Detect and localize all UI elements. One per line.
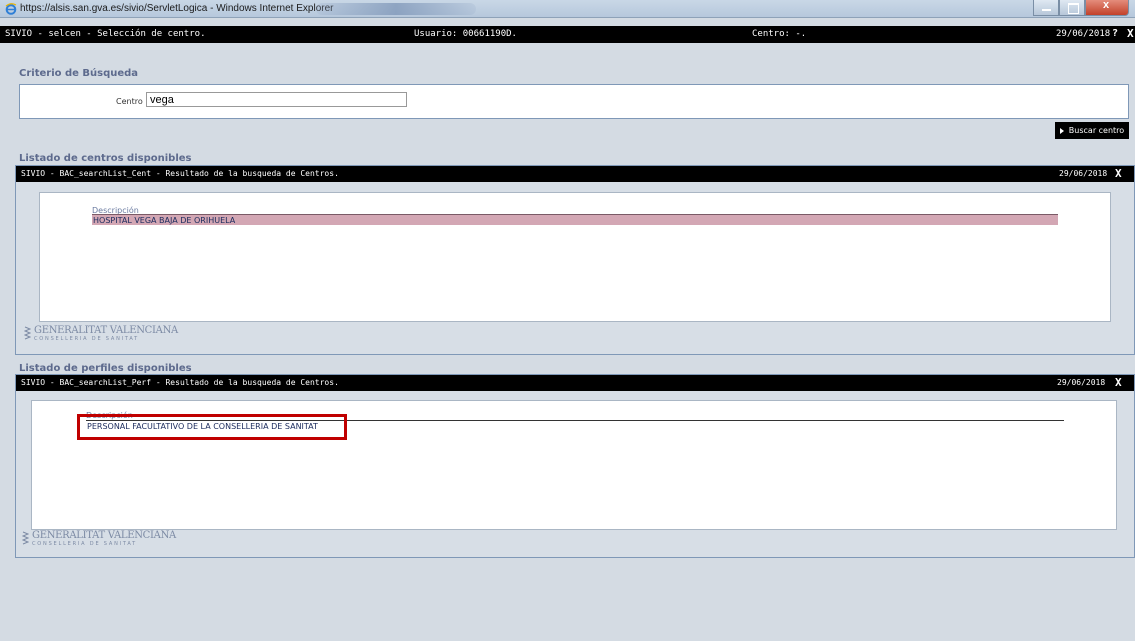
perfiles-window-close-button[interactable]: X — [1115, 376, 1122, 389]
logo-sub-text: CONSELLERIA DE SANITAT — [34, 336, 140, 342]
browser-tab[interactable] — [316, 3, 476, 15]
help-button[interactable]: ? — [1112, 28, 1118, 39]
centros-window-title: SIVIO - BAC_searchList_Cent - Resultado … — [21, 169, 339, 178]
perfiles-window-title: SIVIO - BAC_searchList_Perf - Resultado … — [21, 378, 339, 387]
buscar-centro-label: Buscar centro — [1068, 126, 1125, 135]
browser-titlebar: https://alsis.san.gva.es/sivio/ServletLo… — [0, 0, 1135, 18]
centro-search-input[interactable] — [146, 92, 407, 107]
centro-field-label: Centro : — [116, 97, 148, 106]
browser-window-title: https://alsis.san.gva.es/sivio/ServletLo… — [20, 3, 334, 14]
centros-window-header: SIVIO - BAC_searchList_Cent - Resultado … — [16, 166, 1134, 182]
centros-section-title: Listado de centros disponibles — [19, 153, 192, 164]
buscar-centro-button[interactable]: Buscar centro — [1055, 122, 1129, 139]
perfiles-window-header: SIVIO - BAC_searchList_Perf - Resultado … — [16, 375, 1134, 391]
centros-window-close-button[interactable]: X — [1115, 167, 1122, 180]
internet-explorer-icon — [5, 3, 17, 15]
perfiles-window-date: 29/06/2018 — [1057, 378, 1106, 387]
logo-main-text: GENERALITAT VALENCIANA — [34, 325, 178, 336]
search-panel: Centro : — [19, 84, 1129, 119]
logo-main-text: GENERALITAT VALENCIANA — [32, 530, 176, 541]
generalitat-emblem-icon — [24, 326, 31, 340]
perfiles-window: SIVIO - BAC_searchList_Perf - Resultado … — [15, 374, 1135, 558]
generalitat-logo: GENERALITAT VALENCIANA CONSELLERIA DE SA… — [22, 531, 176, 547]
centros-list: Descripción HOSPITAL VEGA BAJA DE ORIHUE… — [39, 192, 1111, 322]
header-date: 29/06/2018 — [1056, 29, 1111, 39]
generalitat-logo: GENERALITAT VALENCIANA CONSELLERIA DE SA… — [24, 326, 178, 342]
app-title: SIVIO - selcen - Selección de centro. — [5, 29, 206, 39]
generalitat-emblem-icon — [22, 531, 29, 545]
perfiles-section-title: Listado de perfiles disponibles — [19, 363, 192, 374]
search-section-title: Criterio de Búsqueda — [19, 68, 139, 79]
logo-sub-text: CONSELLERIA DE SANITAT — [32, 541, 138, 547]
centro-label: Centro: -. — [752, 29, 807, 39]
minimize-button[interactable] — [1033, 0, 1059, 16]
play-arrow-icon — [1059, 127, 1064, 134]
close-app-button[interactable]: X — [1127, 27, 1134, 40]
maximize-button[interactable] — [1059, 0, 1085, 16]
centros-window-date: 29/06/2018 — [1059, 169, 1108, 178]
centros-window: SIVIO - BAC_searchList_Cent - Resultado … — [15, 165, 1135, 355]
centro-row-selected[interactable]: HOSPITAL VEGA BAJA DE ORIHUELA — [92, 214, 1058, 225]
usuario-label: Usuario: 00661190D. — [414, 29, 517, 39]
close-window-button[interactable] — [1085, 0, 1129, 16]
window-controls — [1033, 0, 1129, 16]
highlight-annotation-box — [77, 414, 347, 440]
app-header: SIVIO - selcen - Selección de centro. Us… — [0, 26, 1135, 43]
